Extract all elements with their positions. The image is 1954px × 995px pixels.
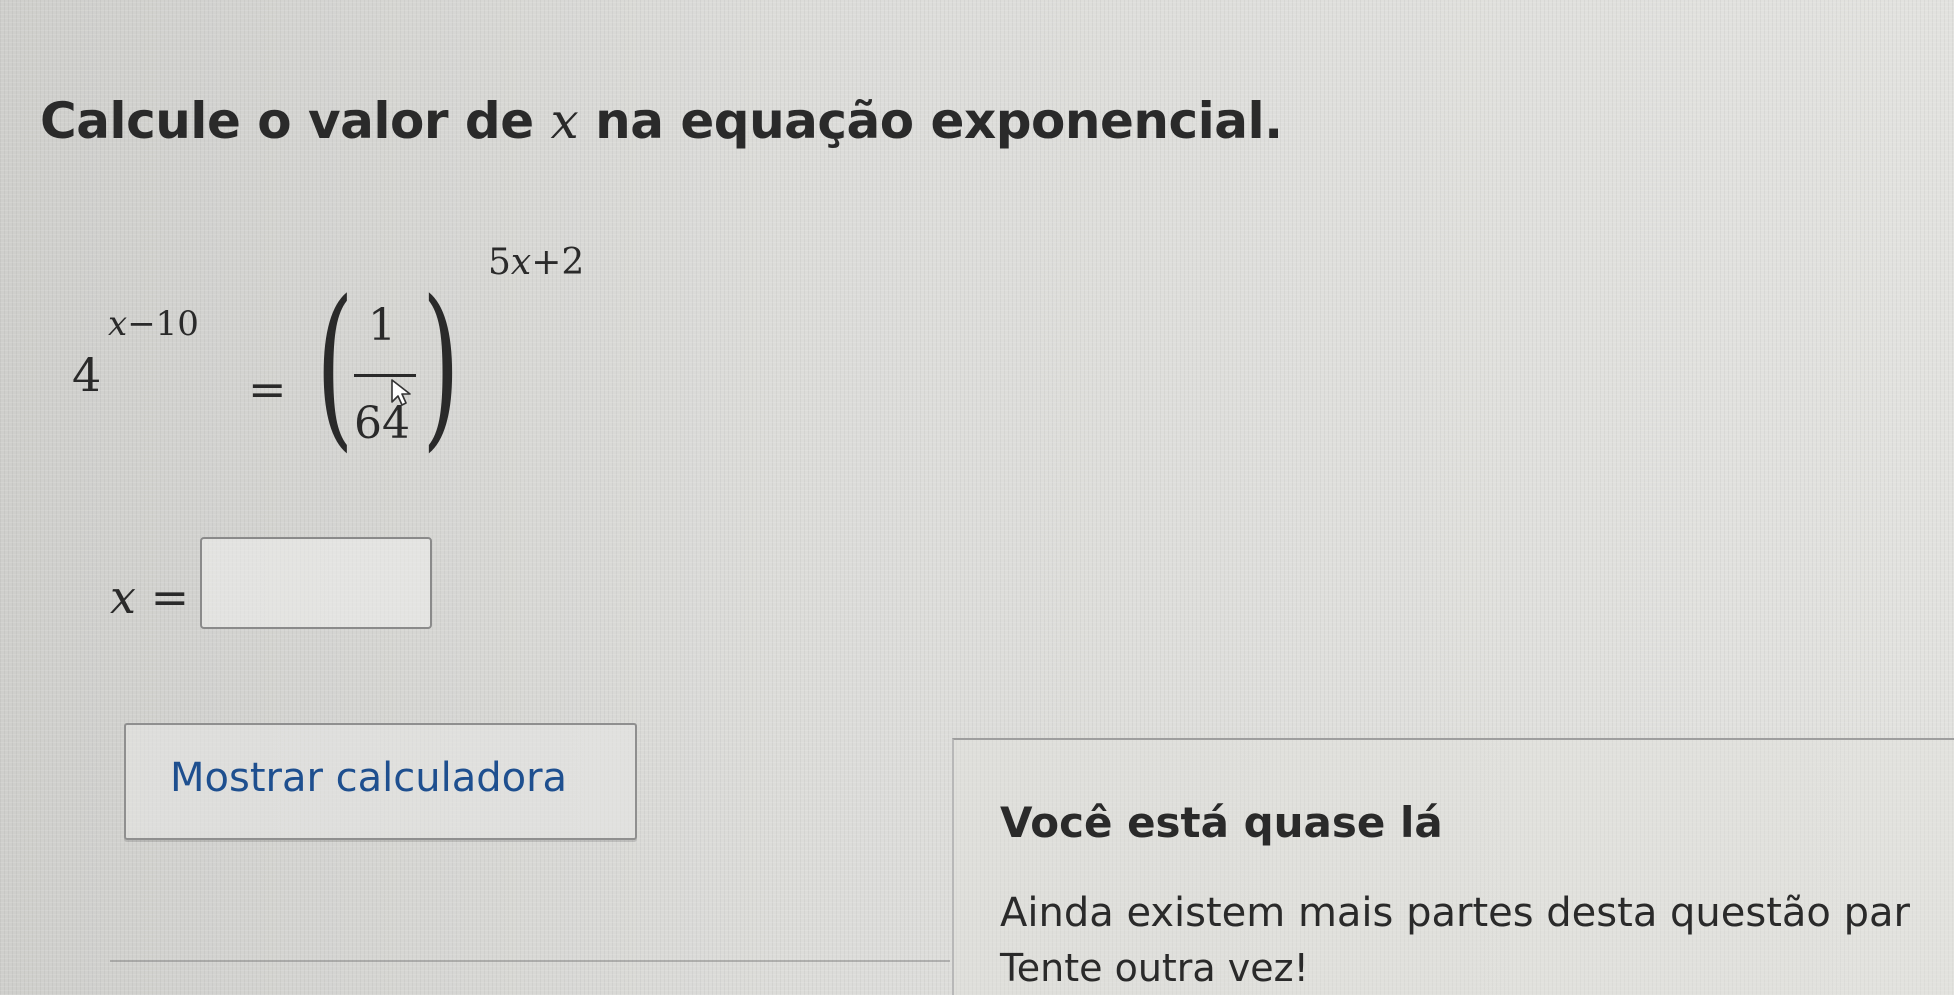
mouse-cursor-icon	[391, 379, 411, 406]
right-exponent-coef: 5	[488, 242, 511, 283]
feedback-title: Você está quase lá	[1000, 798, 1443, 847]
fraction-numerator: 1	[368, 300, 396, 351]
divider	[110, 960, 950, 962]
prompt-variable: x	[550, 92, 579, 150]
show-calculator-label: Mostrar calculadora	[170, 755, 568, 801]
left-exponent-rest: −10	[127, 304, 199, 344]
prompt-text-after: na equação exponencial.	[578, 92, 1283, 150]
feedback-retry-text: Tente outra vez!	[1000, 946, 1309, 990]
fraction-bar	[354, 374, 416, 377]
open-parenthesis: (	[316, 263, 354, 468]
feedback-panel: Você está quase lá Ainda existem mais pa…	[952, 738, 1954, 995]
prompt-text-before: Calcule o valor de	[40, 92, 551, 150]
answer-variable: x	[110, 570, 136, 624]
left-base: 4	[72, 348, 102, 402]
answer-input[interactable]	[200, 537, 432, 629]
right-exponent-rest: +2	[531, 242, 585, 283]
equals-sign: =	[248, 362, 287, 416]
close-parenthesis: )	[422, 263, 460, 468]
question-prompt: Calcule o valor de x na equação exponenc…	[40, 92, 1283, 150]
right-exponent-var: x	[510, 242, 532, 283]
answer-label: x =	[110, 570, 189, 624]
left-exponent: x−10	[108, 304, 199, 344]
feedback-body: Ainda existem mais partes desta questão …	[1000, 890, 1910, 936]
show-calculator-button[interactable]: Mostrar calculadora	[124, 723, 637, 840]
left-exponent-var: x	[108, 304, 128, 344]
right-exponent: 5x+2	[488, 242, 584, 283]
answer-equals: =	[150, 570, 190, 624]
